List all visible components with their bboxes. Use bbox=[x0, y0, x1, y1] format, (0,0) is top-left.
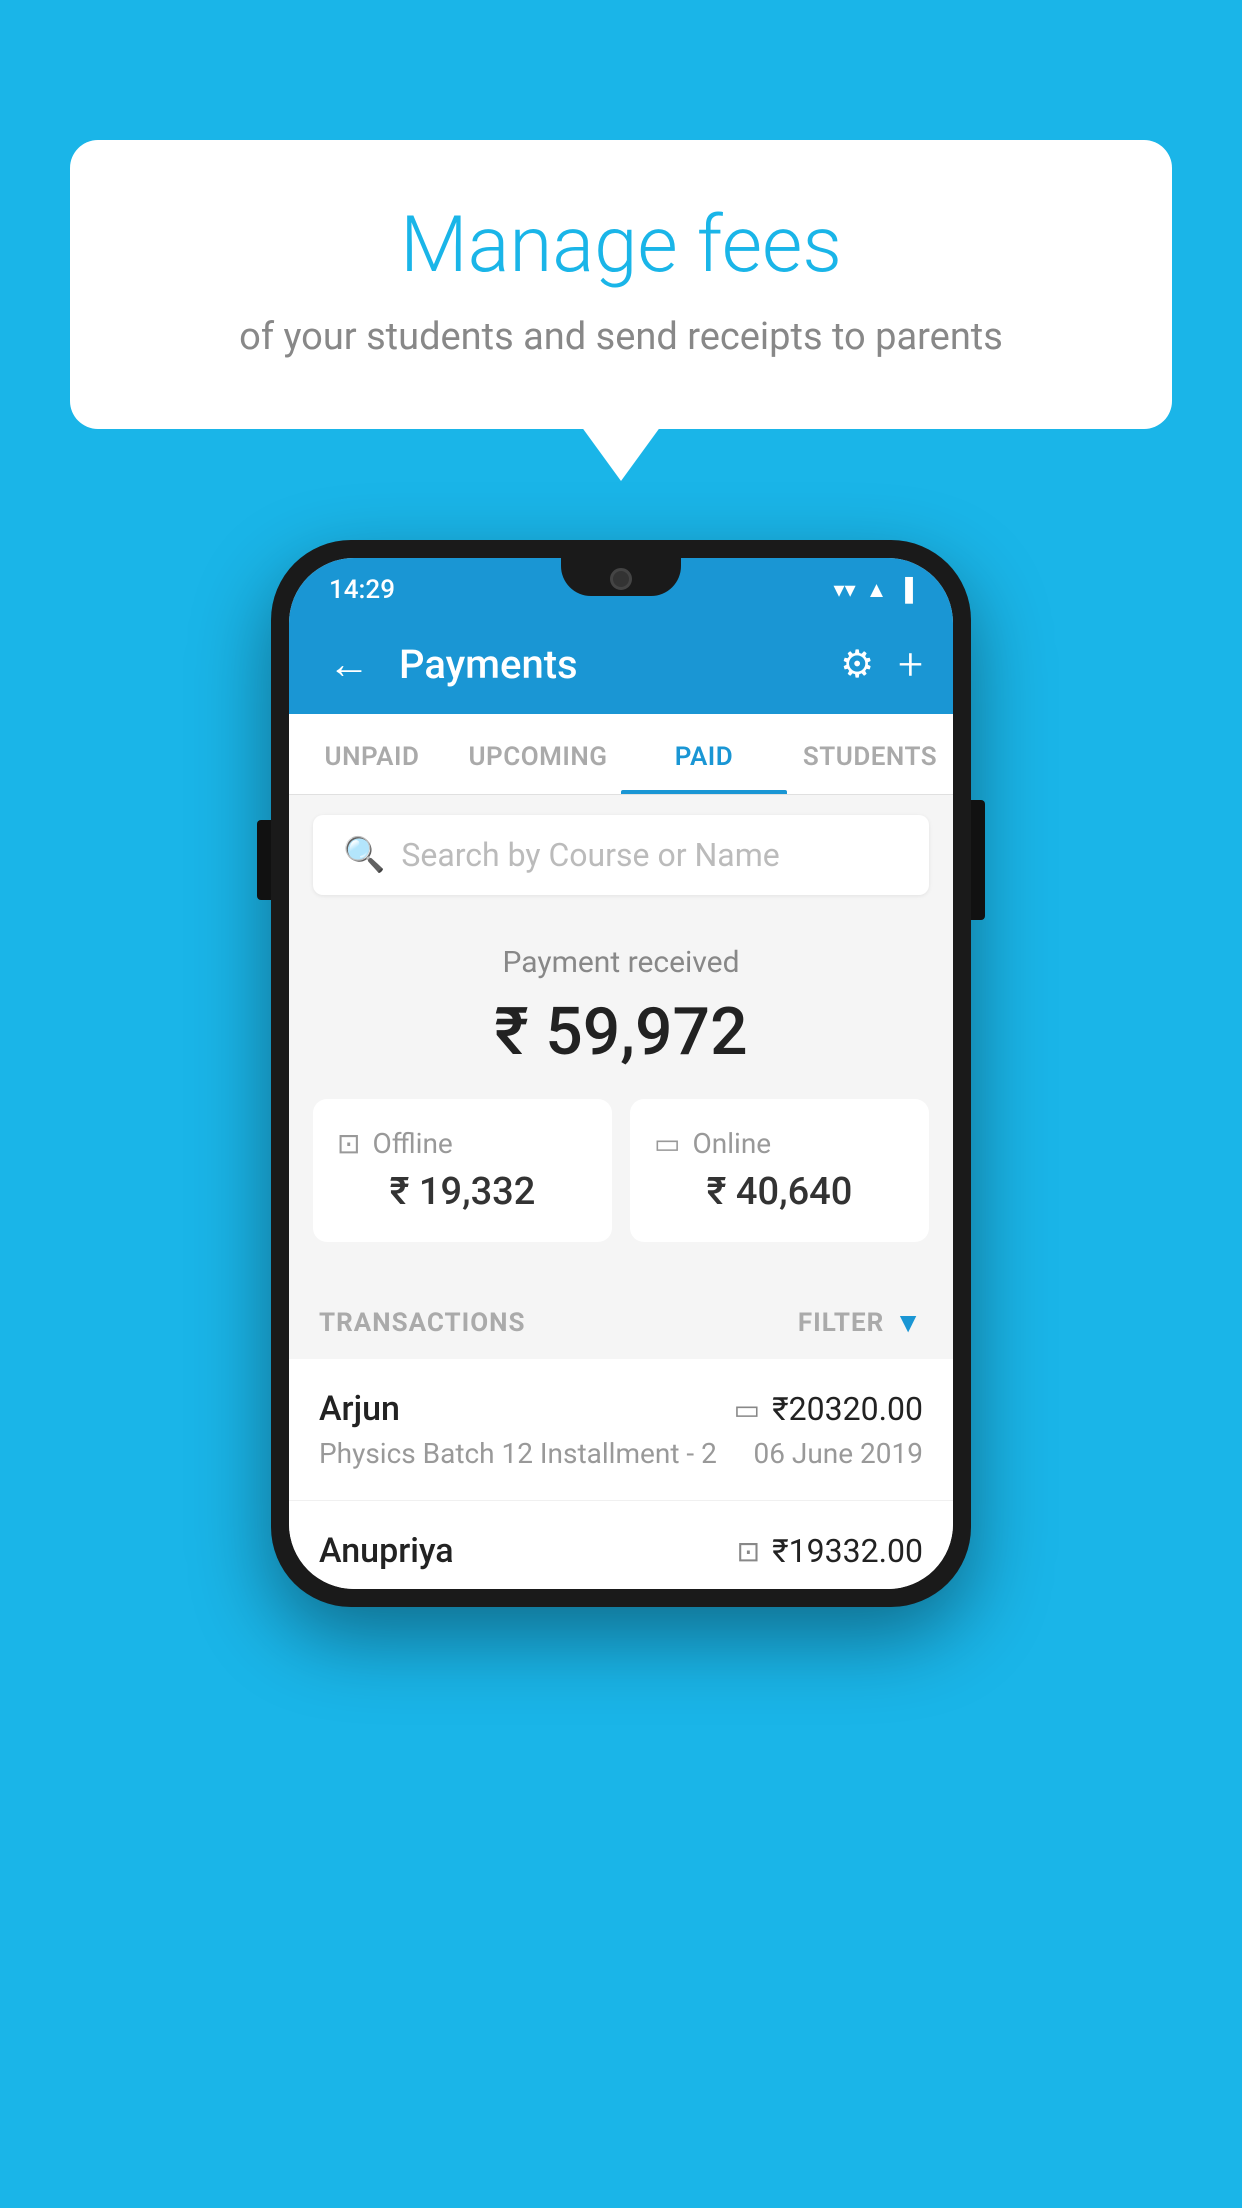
filter-label: FILTER bbox=[798, 1308, 884, 1338]
payment-cards: ⊡ Offline ₹ 19,332 ▭ Online ₹ 40,640 bbox=[313, 1099, 929, 1242]
app-title: Payments bbox=[399, 641, 820, 688]
online-card: ▭ Online ₹ 40,640 bbox=[630, 1099, 929, 1242]
tab-upcoming[interactable]: UPCOMING bbox=[455, 714, 621, 794]
transactions-label: TRANSACTIONS bbox=[319, 1308, 525, 1338]
transaction-description: Physics Batch 12 Installment - 2 bbox=[319, 1437, 717, 1470]
plus-icon: + bbox=[898, 638, 923, 690]
tab-unpaid-label: UNPAID bbox=[325, 742, 420, 772]
payment-received-section: Payment received ₹ 59,972 ⊡ Offline ₹ 19… bbox=[289, 915, 953, 1280]
settings-button[interactable]: ⚙ bbox=[840, 642, 874, 687]
transaction-top: Anupriya ⊡ ₹19332.00 bbox=[319, 1531, 923, 1571]
search-container: 🔍 Search by Course or Name bbox=[289, 795, 953, 915]
phone-outer: 14:29 ▾▾ ▲ ▐ ← Payments ⚙ bbox=[271, 540, 971, 1607]
battery-icon: ▐ bbox=[897, 577, 913, 603]
payment-type-icon: ▭ bbox=[734, 1393, 760, 1426]
payment-type-icon: ⊡ bbox=[737, 1535, 760, 1568]
online-label: Online bbox=[692, 1127, 771, 1160]
offline-card: ⊡ Offline ₹ 19,332 bbox=[313, 1099, 612, 1242]
tab-paid[interactable]: PAID bbox=[621, 714, 787, 794]
phone-notch bbox=[561, 558, 681, 596]
phone-device: 14:29 ▾▾ ▲ ▐ ← Payments ⚙ bbox=[271, 540, 971, 1607]
status-icons: ▾▾ ▲ ▐ bbox=[834, 577, 913, 603]
tab-upcoming-label: UPCOMING bbox=[468, 742, 607, 772]
transaction-row[interactable]: Anupriya ⊡ ₹19332.00 bbox=[289, 1501, 953, 1589]
payment-received-label: Payment received bbox=[313, 945, 929, 980]
gear-icon: ⚙ bbox=[840, 643, 874, 687]
tab-students-label: STUDENTS bbox=[803, 742, 937, 772]
tab-paid-label: PAID bbox=[675, 742, 733, 772]
search-icon: 🔍 bbox=[343, 835, 385, 875]
offline-amount: ₹ 19,332 bbox=[337, 1170, 588, 1214]
app-bar: ← Payments ⚙ + bbox=[289, 614, 953, 714]
offline-icon: ⊡ bbox=[337, 1127, 360, 1160]
filter-icon: ▼ bbox=[894, 1306, 923, 1339]
back-arrow-icon: ← bbox=[328, 640, 370, 689]
speech-bubble-container: Manage fees of your students and send re… bbox=[70, 140, 1172, 429]
camera bbox=[610, 568, 632, 590]
filter-button[interactable]: FILTER ▼ bbox=[798, 1306, 923, 1339]
add-button[interactable]: + bbox=[898, 638, 923, 690]
transaction-amount: ₹19332.00 bbox=[772, 1532, 923, 1570]
offline-card-header: ⊡ Offline bbox=[337, 1127, 588, 1160]
transaction-date: 06 June 2019 bbox=[753, 1437, 923, 1470]
transaction-name: Arjun bbox=[319, 1389, 400, 1429]
speech-bubble: Manage fees of your students and send re… bbox=[70, 140, 1172, 429]
transaction-top: Arjun ▭ ₹20320.00 bbox=[319, 1389, 923, 1429]
phone-screen: 14:29 ▾▾ ▲ ▐ ← Payments ⚙ bbox=[289, 558, 953, 1589]
tab-unpaid[interactable]: UNPAID bbox=[289, 714, 455, 794]
offline-label: Offline bbox=[372, 1127, 452, 1160]
wifi-icon: ▾▾ bbox=[834, 578, 856, 603]
status-time: 14:29 bbox=[329, 575, 395, 605]
transaction-bottom: Physics Batch 12 Installment - 2 06 June… bbox=[319, 1437, 923, 1470]
transactions-header: TRANSACTIONS FILTER ▼ bbox=[289, 1280, 953, 1359]
search-input[interactable]: Search by Course or Name bbox=[401, 836, 779, 874]
app-bar-actions: ⚙ + bbox=[840, 638, 923, 690]
transaction-amount-row: ▭ ₹20320.00 bbox=[734, 1390, 923, 1428]
bubble-subtitle: of your students and send receipts to pa… bbox=[150, 315, 1092, 359]
transaction-amount-row: ⊡ ₹19332.00 bbox=[737, 1532, 923, 1570]
online-icon: ▭ bbox=[654, 1127, 680, 1160]
payment-received-amount: ₹ 59,972 bbox=[313, 994, 929, 1071]
bubble-title: Manage fees bbox=[150, 200, 1092, 291]
transaction-row[interactable]: Arjun ▭ ₹20320.00 Physics Batch 12 Insta… bbox=[289, 1359, 953, 1501]
signal-icon: ▲ bbox=[866, 577, 888, 603]
online-amount: ₹ 40,640 bbox=[654, 1170, 905, 1214]
back-button[interactable]: ← bbox=[319, 640, 379, 689]
transaction-amount: ₹20320.00 bbox=[772, 1390, 923, 1428]
tabs-bar: UNPAID UPCOMING PAID STUDENTS bbox=[289, 714, 953, 795]
background: Manage fees of your students and send re… bbox=[0, 0, 1242, 2208]
search-bar[interactable]: 🔍 Search by Course or Name bbox=[313, 815, 929, 895]
transaction-name: Anupriya bbox=[319, 1531, 454, 1571]
online-card-header: ▭ Online bbox=[654, 1127, 905, 1160]
tab-students[interactable]: STUDENTS bbox=[787, 714, 953, 794]
